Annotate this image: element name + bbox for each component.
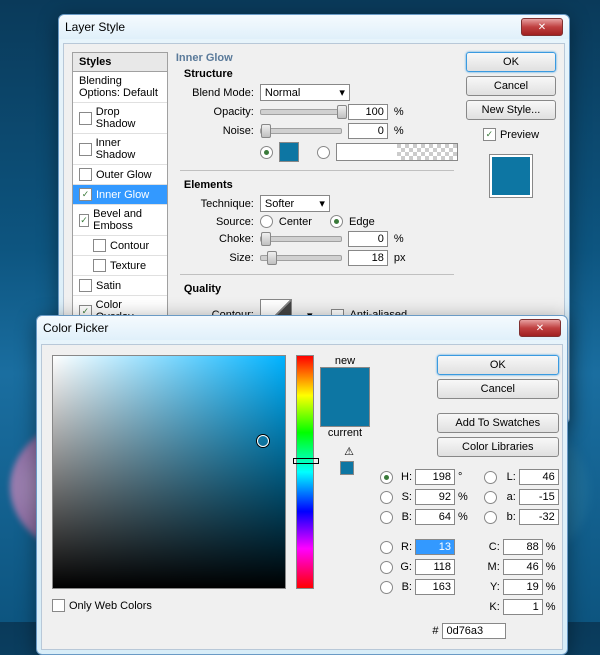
- b-radio[interactable]: [380, 511, 393, 524]
- s-input[interactable]: 92: [415, 489, 455, 505]
- a-radio[interactable]: [484, 491, 497, 504]
- size-input[interactable]: 18: [348, 250, 388, 266]
- closest-color-swatch[interactable]: [340, 461, 354, 475]
- blend-mode-select[interactable]: Normal▾: [260, 84, 350, 101]
- preview-swatch: [490, 155, 532, 197]
- checkbox[interactable]: ✓: [79, 214, 89, 227]
- source-edge-radio[interactable]: [330, 215, 343, 228]
- source-center-radio[interactable]: [260, 215, 273, 228]
- technique-select[interactable]: Softer▾: [260, 195, 330, 212]
- gradient-radio[interactable]: [317, 146, 330, 159]
- checkbox[interactable]: [79, 112, 92, 125]
- chevron-down-icon: ▾: [319, 197, 325, 210]
- chevron-down-icon: ▾: [339, 86, 345, 99]
- choke-input[interactable]: 0: [348, 231, 388, 247]
- opacity-input[interactable]: 100: [348, 104, 388, 120]
- checkbox[interactable]: ✓: [79, 188, 92, 201]
- add-swatches-button[interactable]: Add To Swatches: [437, 413, 559, 433]
- k-input[interactable]: 1: [503, 599, 543, 615]
- g-input[interactable]: 118: [415, 559, 455, 575]
- color-libraries-button[interactable]: Color Libraries: [437, 437, 559, 457]
- hex-input[interactable]: 0d76a3: [442, 623, 506, 639]
- close-button[interactable]: ✕: [521, 18, 563, 36]
- window-title: Color Picker: [43, 321, 519, 335]
- new-color: [321, 368, 369, 397]
- checkbox[interactable]: [79, 279, 92, 292]
- source-label: Source:: [184, 216, 254, 228]
- size-label: Size:: [184, 252, 254, 264]
- noise-input[interactable]: 0: [348, 123, 388, 139]
- style-satin[interactable]: Satin: [73, 276, 167, 296]
- gradient-picker[interactable]: [336, 143, 458, 161]
- titlebar[interactable]: Color Picker ✕: [37, 316, 567, 340]
- style-drop-shadow[interactable]: Drop Shadow: [73, 103, 167, 134]
- l-input[interactable]: 46: [519, 469, 559, 485]
- hue-slider[interactable]: [296, 355, 314, 589]
- noise-slider[interactable]: [260, 128, 342, 134]
- style-inner-glow[interactable]: ✓Inner Glow: [73, 185, 167, 205]
- style-outer-glow[interactable]: Outer Glow: [73, 165, 167, 185]
- current-color[interactable]: [321, 397, 369, 426]
- checkbox[interactable]: [93, 259, 106, 272]
- ok-button[interactable]: OK: [466, 52, 556, 72]
- r-radio[interactable]: [380, 541, 393, 554]
- checkbox[interactable]: [93, 239, 106, 252]
- technique-label: Technique:: [184, 198, 254, 210]
- noise-label: Noise:: [184, 125, 254, 137]
- checkbox[interactable]: [79, 168, 92, 181]
- hex-label: #: [432, 625, 438, 637]
- choke-label: Choke:: [184, 233, 254, 245]
- color-radio[interactable]: [260, 146, 273, 159]
- size-slider[interactable]: [260, 255, 342, 261]
- titlebar[interactable]: Layer Style ✕: [59, 15, 569, 39]
- opacity-slider[interactable]: [260, 109, 342, 115]
- lab-b-radio[interactable]: [484, 511, 497, 524]
- cancel-button[interactable]: Cancel: [437, 379, 559, 399]
- checkbox[interactable]: [79, 143, 92, 156]
- bb-radio[interactable]: [380, 581, 393, 594]
- cancel-button[interactable]: Cancel: [466, 76, 556, 96]
- s-radio[interactable]: [380, 491, 393, 504]
- new-current-swatch: [320, 367, 370, 427]
- h-radio[interactable]: [380, 471, 393, 484]
- color-cursor[interactable]: [257, 435, 269, 447]
- saturation-field[interactable]: [52, 355, 286, 589]
- warning-icon[interactable]: ⚠: [344, 445, 354, 458]
- c-input[interactable]: 88: [503, 539, 543, 555]
- panel-title: Inner Glow: [176, 52, 458, 64]
- b-input[interactable]: 64: [415, 509, 455, 525]
- h-input[interactable]: 198: [415, 469, 455, 485]
- style-texture[interactable]: Texture: [73, 256, 167, 276]
- opacity-label: Opacity:: [184, 106, 254, 118]
- window-title: Layer Style: [65, 20, 521, 34]
- bb-input[interactable]: 163: [415, 579, 455, 595]
- style-bevel-emboss[interactable]: ✓Bevel and Emboss: [73, 205, 167, 236]
- g-radio[interactable]: [380, 561, 393, 574]
- elements-title: Elements: [184, 179, 458, 191]
- style-inner-shadow[interactable]: Inner Shadow: [73, 134, 167, 165]
- styles-header[interactable]: Styles: [72, 52, 168, 72]
- r-input[interactable]: 13: [415, 539, 455, 555]
- ok-button[interactable]: OK: [437, 355, 559, 375]
- blending-options[interactable]: Blending Options: Default: [73, 72, 167, 103]
- only-web-checkbox[interactable]: [52, 599, 65, 612]
- y-input[interactable]: 19: [503, 579, 543, 595]
- choke-slider[interactable]: [260, 236, 342, 242]
- a-input[interactable]: -15: [519, 489, 559, 505]
- m-input[interactable]: 46: [503, 559, 543, 575]
- preview-checkbox[interactable]: ✓: [483, 128, 496, 141]
- quality-title: Quality: [184, 283, 458, 295]
- close-button[interactable]: ✕: [519, 319, 561, 337]
- hue-thumb[interactable]: [293, 458, 319, 464]
- l-radio[interactable]: [484, 471, 497, 484]
- glow-color-swatch[interactable]: [279, 142, 299, 162]
- new-style-button[interactable]: New Style...: [466, 100, 556, 120]
- style-contour[interactable]: Contour: [73, 236, 167, 256]
- color-picker-dialog: Color Picker ✕ Only Web Colors new curre…: [36, 315, 568, 655]
- lab-b-input[interactable]: -32: [519, 509, 559, 525]
- blend-mode-label: Blend Mode:: [184, 87, 254, 99]
- structure-title: Structure: [184, 68, 458, 80]
